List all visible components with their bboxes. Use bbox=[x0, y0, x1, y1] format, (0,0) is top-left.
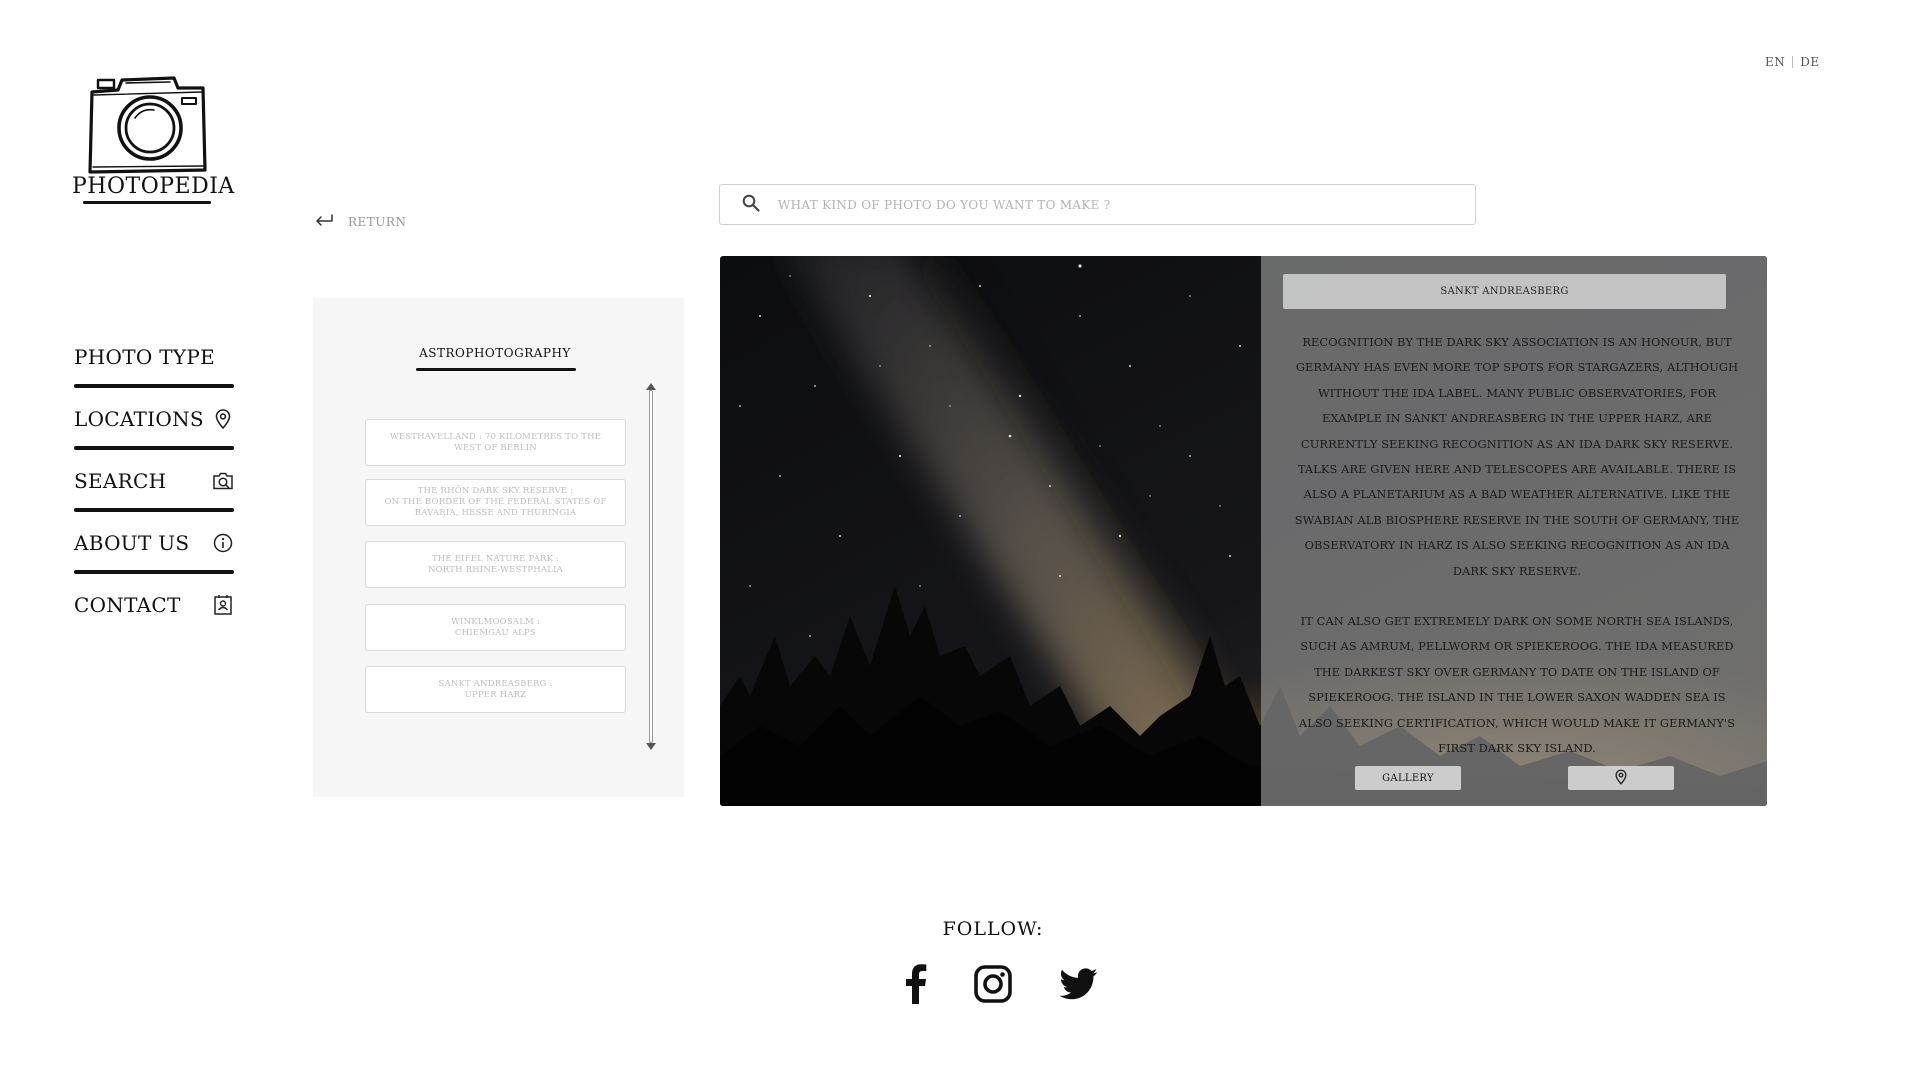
nav-item-about-us[interactable]: ABOUT US bbox=[74, 512, 234, 574]
sidebar-nav: PHOTO TYPE LOCATIONS SEARCH ABOUT US CON… bbox=[74, 345, 234, 636]
nav-item-search[interactable]: SEARCH bbox=[74, 450, 234, 512]
scrollbar-track[interactable] bbox=[649, 390, 653, 743]
search-bar bbox=[719, 184, 1476, 225]
nav-label: ABOUT US bbox=[74, 531, 190, 555]
description-paragraph: It can also get extremely dark on some N… bbox=[1298, 614, 1736, 756]
info-icon bbox=[212, 532, 234, 554]
return-arrow-icon bbox=[314, 212, 334, 231]
nav-label: LOCATIONS bbox=[74, 407, 204, 431]
description-paragraph: Recognition by the Dark Sky Association … bbox=[1294, 335, 1740, 578]
instagram-icon[interactable] bbox=[971, 962, 1015, 1006]
location-description: Recognition by the Dark Sky Association … bbox=[1291, 330, 1743, 762]
search-input[interactable] bbox=[778, 197, 1428, 212]
twitter-icon[interactable] bbox=[1057, 962, 1101, 1006]
camera-search-icon bbox=[212, 470, 234, 492]
nav-item-locations[interactable]: LOCATIONS bbox=[74, 388, 234, 450]
return-link[interactable]: RETURN bbox=[314, 212, 406, 231]
brand-underline bbox=[83, 201, 211, 204]
panel-title-underline bbox=[416, 368, 576, 371]
logo[interactable]: PHOTOPEDIA bbox=[72, 70, 235, 204]
map-pin-icon bbox=[1615, 769, 1627, 788]
map-location-button[interactable] bbox=[1568, 766, 1674, 790]
language-switch: EN DE bbox=[1765, 55, 1820, 69]
scrollbar[interactable] bbox=[645, 382, 657, 751]
camera-icon bbox=[88, 76, 207, 174]
search-icon[interactable] bbox=[742, 194, 760, 216]
gallery-button[interactable]: GALLERY bbox=[1355, 766, 1461, 790]
lang-divider bbox=[1792, 56, 1794, 68]
location-item[interactable]: WESTHAVELLAND : 70 KILOMETRES TO THE WES… bbox=[365, 419, 626, 466]
lang-de[interactable]: DE bbox=[1800, 55, 1819, 69]
location-item[interactable]: THE RHÖN DARK SKY RESERVE : ON THE BORDE… bbox=[365, 479, 626, 526]
map-pin-icon bbox=[212, 408, 234, 430]
nav-item-contact[interactable]: CONTACT bbox=[74, 574, 234, 636]
panel-title: ASTROPHOTOGRAPHY bbox=[419, 346, 571, 360]
location-list-panel: ASTROPHOTOGRAPHY WESTHAVELLAND : 70 KILO… bbox=[313, 298, 684, 797]
nav-label: SEARCH bbox=[74, 469, 167, 493]
contact-card-icon bbox=[212, 594, 234, 616]
facebook-icon[interactable] bbox=[893, 962, 937, 1006]
follow-label: FOLLOW: bbox=[942, 918, 1044, 940]
location-item[interactable]: THE EIFEL NATURE PARK : NORTH RHINE-WEST… bbox=[365, 541, 626, 588]
brand-name: PHOTOPEDIA bbox=[72, 174, 235, 199]
location-item[interactable]: SANKT ANDREASBERG : UPPER HARZ bbox=[365, 666, 626, 713]
nav-item-photo-type[interactable]: PHOTO TYPE bbox=[74, 326, 234, 388]
location-title: SANKT ANDREASBERG bbox=[1283, 274, 1726, 309]
location-detail-card: SANKT ANDREASBERG Recognition by the Dar… bbox=[720, 256, 1767, 806]
lang-en[interactable]: EN bbox=[1765, 55, 1785, 69]
scroll-down-icon[interactable] bbox=[645, 742, 657, 751]
location-item[interactable]: WINKLMOOSALM : CHIEMGAU ALPS bbox=[365, 604, 626, 651]
nav-label: PHOTO TYPE bbox=[74, 345, 215, 369]
nav-label: CONTACT bbox=[74, 593, 181, 617]
return-label: RETURN bbox=[348, 214, 407, 229]
description-overlay: SANKT ANDREASBERG Recognition by the Dar… bbox=[1261, 256, 1767, 806]
